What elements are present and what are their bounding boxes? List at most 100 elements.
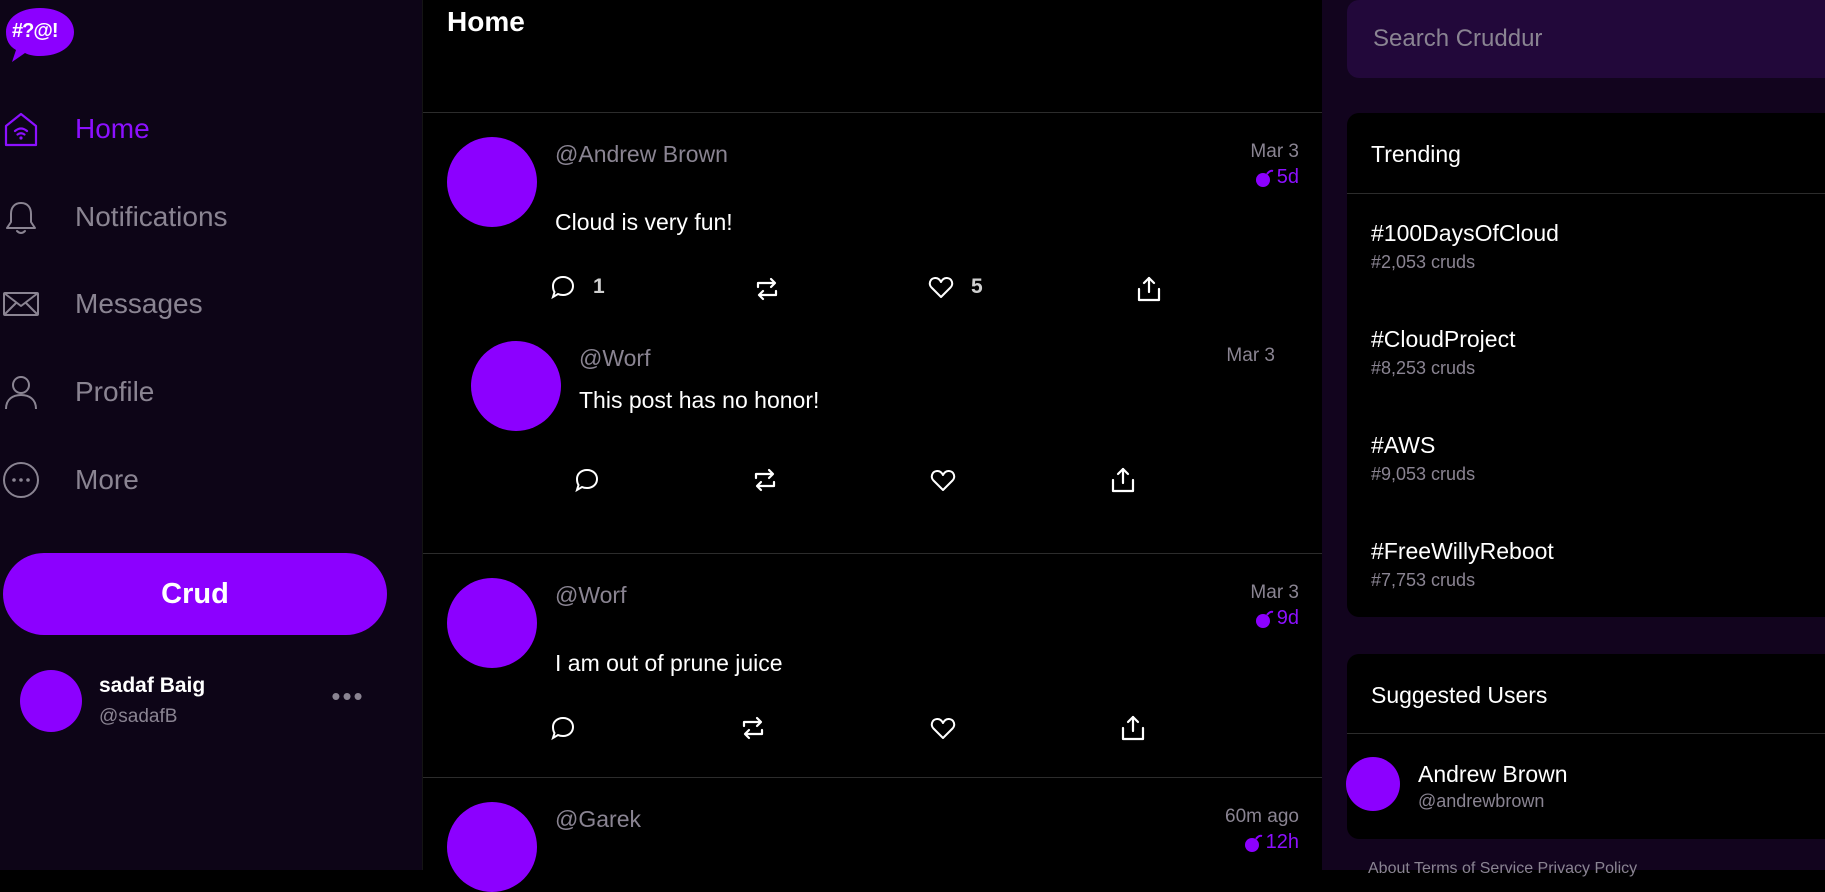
nav-item-notifications[interactable]: Notifications <box>0 187 400 247</box>
logo[interactable]: #?@! <box>4 6 76 64</box>
bell-icon <box>1 197 41 237</box>
trend-item[interactable]: #100DaysOfCloud #2,053 cruds <box>1371 220 1559 273</box>
like-button[interactable]: 5 <box>927 273 983 301</box>
avatar <box>1346 757 1400 811</box>
reply-body: This post has no honor! <box>579 387 820 413</box>
nav-item-home[interactable]: Home <box>0 99 400 159</box>
post-date: Mar 3 <box>1250 582 1299 603</box>
trend-tag: #CloudProject <box>1371 326 1516 352</box>
reply-icon <box>551 716 575 741</box>
reply-icon <box>575 468 599 493</box>
nav-item-more[interactable]: More <box>0 450 400 510</box>
search-bar[interactable] <box>1347 0 1825 78</box>
nav-label-more: More <box>75 464 139 495</box>
trend-count: #7,753 cruds <box>1371 570 1476 590</box>
post-handle[interactable]: @Andrew Brown <box>555 141 728 168</box>
user-menu-button[interactable]: ••• <box>328 683 368 711</box>
bomb-icon <box>1244 834 1262 852</box>
avatar <box>20 670 82 732</box>
post-handle[interactable]: @Worf <box>555 582 626 609</box>
post-expiry-text: 12h <box>1265 831 1299 853</box>
nav-item-messages[interactable]: Messages <box>0 274 400 334</box>
bomb-icon <box>1255 610 1274 628</box>
post-body: I am out of prune juice <box>555 650 783 676</box>
suggested-user-handle: @andrewbrown <box>1418 791 1545 811</box>
avatar[interactable] <box>447 802 537 892</box>
repost-icon <box>756 277 778 301</box>
reply-button[interactable]: 1 <box>549 273 605 301</box>
more-circle-icon <box>1 460 41 500</box>
search-input[interactable] <box>1371 24 1815 54</box>
nav-label-home: Home <box>75 113 150 144</box>
repost-button[interactable] <box>739 714 767 742</box>
logo-text: #?@! <box>12 20 59 42</box>
post-expiry-text: 5d <box>1276 166 1299 188</box>
repost-icon <box>742 716 764 740</box>
post[interactable]: @Worf Mar 3 9d I am out of prune juice <box>423 554 1323 777</box>
nav-label-notifications: Notifications <box>75 201 228 232</box>
reply-count: 1 <box>593 275 605 298</box>
sidebar: #?@! Home Notifications Messages Profile… <box>0 0 422 870</box>
suggested-divider <box>1347 733 1825 734</box>
post-expiry: 5d <box>1254 166 1299 189</box>
trend-item[interactable]: #FreeWillyReboot #7,753 cruds <box>1371 538 1554 591</box>
envelope-icon <box>1 284 41 324</box>
share-icon <box>1137 276 1161 302</box>
post[interactable]: @Garek 60m ago 12h <box>423 778 1323 892</box>
suggested-user[interactable]: Andrew Brown @andrewbrown <box>1346 757 1786 813</box>
trending-panel: Trending #100DaysOfCloud #2,053 cruds #C… <box>1347 113 1825 617</box>
nav-label-messages: Messages <box>75 288 203 319</box>
nav-label-profile: Profile <box>75 376 155 407</box>
post-expiry: 12h <box>1243 831 1299 854</box>
suggested-user-name: Andrew Brown <box>1418 761 1568 787</box>
trend-count: #9,053 cruds <box>1371 464 1476 484</box>
repost-button[interactable] <box>751 466 779 494</box>
crud-button[interactable]: Crud <box>3 553 387 635</box>
current-user-name: sadaf Baig <box>99 674 206 697</box>
repost-icon <box>754 468 776 492</box>
share-icon <box>1111 467 1135 493</box>
trend-item[interactable]: #AWS #9,053 cruds <box>1371 432 1475 485</box>
share-icon <box>1121 715 1145 741</box>
footer-links[interactable]: About Terms of Service Privacy Policy <box>1368 860 1637 878</box>
post-body: Cloud is very fun! <box>555 209 733 235</box>
post-date: Mar 3 <box>1250 141 1299 162</box>
reply-button[interactable] <box>573 466 601 494</box>
bomb-icon <box>1255 169 1274 187</box>
post[interactable]: @Andrew Brown Mar 3 5d Cloud is very fun… <box>423 113 1323 553</box>
trend-tag: #AWS <box>1371 432 1436 458</box>
share-button[interactable] <box>1119 714 1147 742</box>
current-user-handle: @sadafB <box>99 706 178 727</box>
main-feed: Home @Andrew Brown Mar 3 5d Cloud is ver… <box>422 0 1324 892</box>
heart-icon <box>930 469 956 491</box>
home-icon <box>1 109 41 149</box>
trending-title: Trending <box>1371 141 1461 167</box>
trend-count: #2,053 cruds <box>1371 252 1476 272</box>
current-user-card[interactable]: sadaf Baig @sadafB ••• <box>20 670 380 732</box>
like-count: 5 <box>971 275 983 298</box>
reply-icon <box>551 275 575 300</box>
page-title: Home <box>447 6 525 37</box>
right-column: Trending #100DaysOfCloud #2,053 cruds #C… <box>1322 0 1825 877</box>
heart-icon <box>928 276 954 298</box>
avatar[interactable] <box>471 341 561 431</box>
share-button[interactable] <box>1135 275 1163 303</box>
like-button[interactable] <box>929 466 957 494</box>
like-button[interactable] <box>929 714 957 742</box>
share-button[interactable] <box>1109 466 1137 494</box>
trend-tag: #100DaysOfCloud <box>1371 220 1559 246</box>
trending-divider <box>1347 193 1825 194</box>
post-date: 60m ago <box>1225 806 1299 827</box>
nav-item-profile[interactable]: Profile <box>0 362 400 422</box>
post-handle[interactable]: @Garek <box>555 806 641 833</box>
user-icon <box>1 372 41 412</box>
trend-item[interactable]: #CloudProject #8,253 cruds <box>1371 326 1515 379</box>
avatar[interactable] <box>447 137 537 227</box>
reply-handle[interactable]: @Worf <box>579 345 650 372</box>
suggested-users-title: Suggested Users <box>1371 682 1548 708</box>
post-expiry: 9d <box>1254 607 1299 630</box>
post-expiry-text: 9d <box>1276 607 1299 629</box>
repost-button[interactable] <box>753 275 781 303</box>
avatar[interactable] <box>447 578 537 668</box>
reply-button[interactable] <box>549 714 577 742</box>
